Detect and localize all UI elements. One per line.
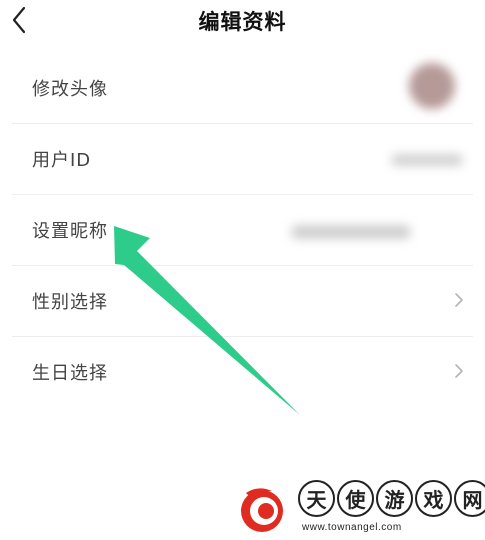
- row-gender-select[interactable]: 性别选择: [12, 266, 473, 337]
- watermark-char: 戏: [415, 480, 452, 517]
- row-birthday-select[interactable]: 生日选择: [12, 337, 473, 407]
- user-id-value-blurred: [391, 154, 463, 166]
- watermark-char: 游: [376, 480, 413, 517]
- row-label: 生日选择: [32, 363, 108, 384]
- row-label: 用户ID: [32, 150, 92, 171]
- page-title: 编辑资料: [198, 10, 287, 34]
- row-label: 性别选择: [32, 292, 108, 313]
- row-set-nickname[interactable]: 设置昵称: [12, 195, 473, 266]
- watermark-char: 网: [454, 480, 485, 517]
- watermark-char: 使: [337, 480, 374, 517]
- header-bar: 编辑资料: [0, 0, 485, 44]
- row-change-avatar[interactable]: 修改头像: [12, 53, 473, 124]
- chevron-right-icon: [455, 364, 463, 378]
- profile-settings-list: 修改头像 用户ID 设置昵称 性别选择 生日选择: [0, 53, 485, 407]
- avatar: [409, 63, 455, 109]
- chevron-right-icon: [455, 293, 463, 307]
- row-user-id: 用户ID: [12, 124, 473, 195]
- watermark-logo-icon: [241, 488, 283, 532]
- nickname-value-blurred: [291, 225, 411, 239]
- watermark-char: 天: [298, 480, 335, 517]
- row-label: 设置昵称: [32, 221, 108, 242]
- row-label: 修改头像: [32, 79, 108, 100]
- watermark: 天 使 游 戏 网 www.townangel.com: [236, 480, 485, 538]
- watermark-text: 天 使 游 戏 网: [298, 480, 485, 517]
- watermark-url: www.townangel.com: [302, 522, 402, 533]
